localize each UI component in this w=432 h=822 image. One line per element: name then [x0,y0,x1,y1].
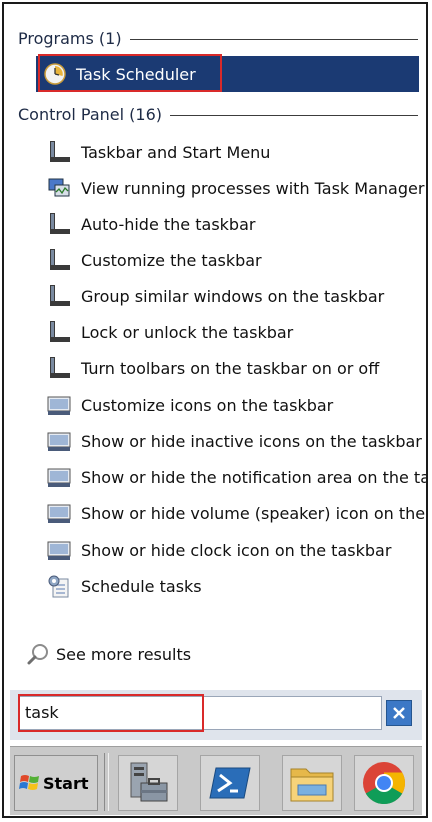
list-item-label: Taskbar and Start Menu [81,142,271,162]
server-manager-icon [130,762,168,802]
list-item-label: Show or hide the notification area on th… [81,467,426,487]
taskbar-app-powershell[interactable] [200,755,260,811]
clear-search-button[interactable] [386,700,412,726]
list-item[interactable]: Group similar windows on the taskbar [46,281,426,311]
windows-logo-icon [19,775,39,790]
list-item-label: Customize the taskbar [81,250,262,270]
list-item[interactable]: Auto-hide the taskbar [46,209,426,239]
divider [170,114,418,116]
program-label: Task Scheduler [76,64,196,84]
list-item-label: Show or hide volume (speaker) icon on th… [81,503,426,523]
programs-header: Programs (1) [18,26,418,50]
programs-header-label: Programs (1) [18,28,122,48]
task-manager-icon [48,178,70,197]
taskbar-app-file-explorer[interactable] [282,755,342,811]
list-item[interactable]: Show or hide inactive icons on the taskb… [46,426,426,456]
list-item-label: Auto-hide the taskbar [81,214,256,234]
taskbar-settings-icon [50,249,70,270]
list-item-label: Lock or unlock the taskbar [81,322,294,342]
taskbar-app-server-manager[interactable] [118,755,178,811]
list-item-label: Show or hide clock icon on the taskbar [81,540,392,560]
list-item-label: View running processes with Task Manager [81,178,425,198]
list-item[interactable]: Show or hide volume (speaker) icon on th… [46,498,426,528]
program-task-scheduler[interactable]: Task Scheduler [36,56,419,92]
list-item[interactable]: Taskbar and Start Menu [46,137,426,167]
see-more-label: See more results [56,644,192,664]
search-highlight-box [18,694,204,732]
list-item[interactable]: Show or hide clock icon on the taskbar [46,535,426,565]
start-label: Start [43,773,89,793]
file-explorer-icon [290,768,334,802]
taskbar-settings-icon [50,357,70,378]
divider [129,38,418,40]
search-icon [27,644,48,665]
list-item-label: Schedule tasks [81,576,202,596]
control-panel-header-label: Control Panel (16) [18,104,163,124]
notification-area-icon [47,541,71,560]
taskbar: Start [10,746,422,815]
powershell-icon [209,767,251,799]
notification-area-icon [47,432,71,451]
control-panel-header: Control Panel (16) [18,102,418,126]
taskbar-settings-icon [50,141,70,162]
list-item[interactable]: Schedule tasks [46,571,426,601]
list-item-label: Group similar windows on the taskbar [81,286,385,306]
list-item-label: Customize icons on the taskbar [81,395,334,415]
start-button[interactable]: Start [14,755,98,811]
notification-area-icon [47,468,71,487]
taskbar-app-chrome[interactable] [354,755,414,811]
list-item[interactable]: Customize icons on the taskbar [46,390,426,420]
list-item[interactable]: Turn toolbars on the taskbar on or off [46,353,426,383]
list-item[interactable]: Customize the taskbar [46,245,426,275]
list-item[interactable]: View running processes with Task Manager [46,173,426,203]
admin-tools-icon [48,575,69,598]
notification-area-icon [47,504,71,523]
see-more-results-link[interactable]: See more results [26,640,191,668]
taskbar-settings-icon [50,321,70,342]
list-item-label: Show or hide inactive icons on the taskb… [81,431,422,451]
clock-icon [44,63,66,85]
list-item-label: Turn toolbars on the taskbar on or off [81,358,380,378]
taskbar-settings-icon [50,213,70,234]
list-item[interactable]: Lock or unlock the taskbar [46,317,426,347]
close-icon [393,707,405,719]
taskbar-separator [104,753,109,811]
notification-area-icon [47,396,71,415]
chrome-icon [363,762,405,805]
taskbar-settings-icon [50,285,70,306]
list-item[interactable]: Show or hide the notification area on th… [46,462,426,492]
